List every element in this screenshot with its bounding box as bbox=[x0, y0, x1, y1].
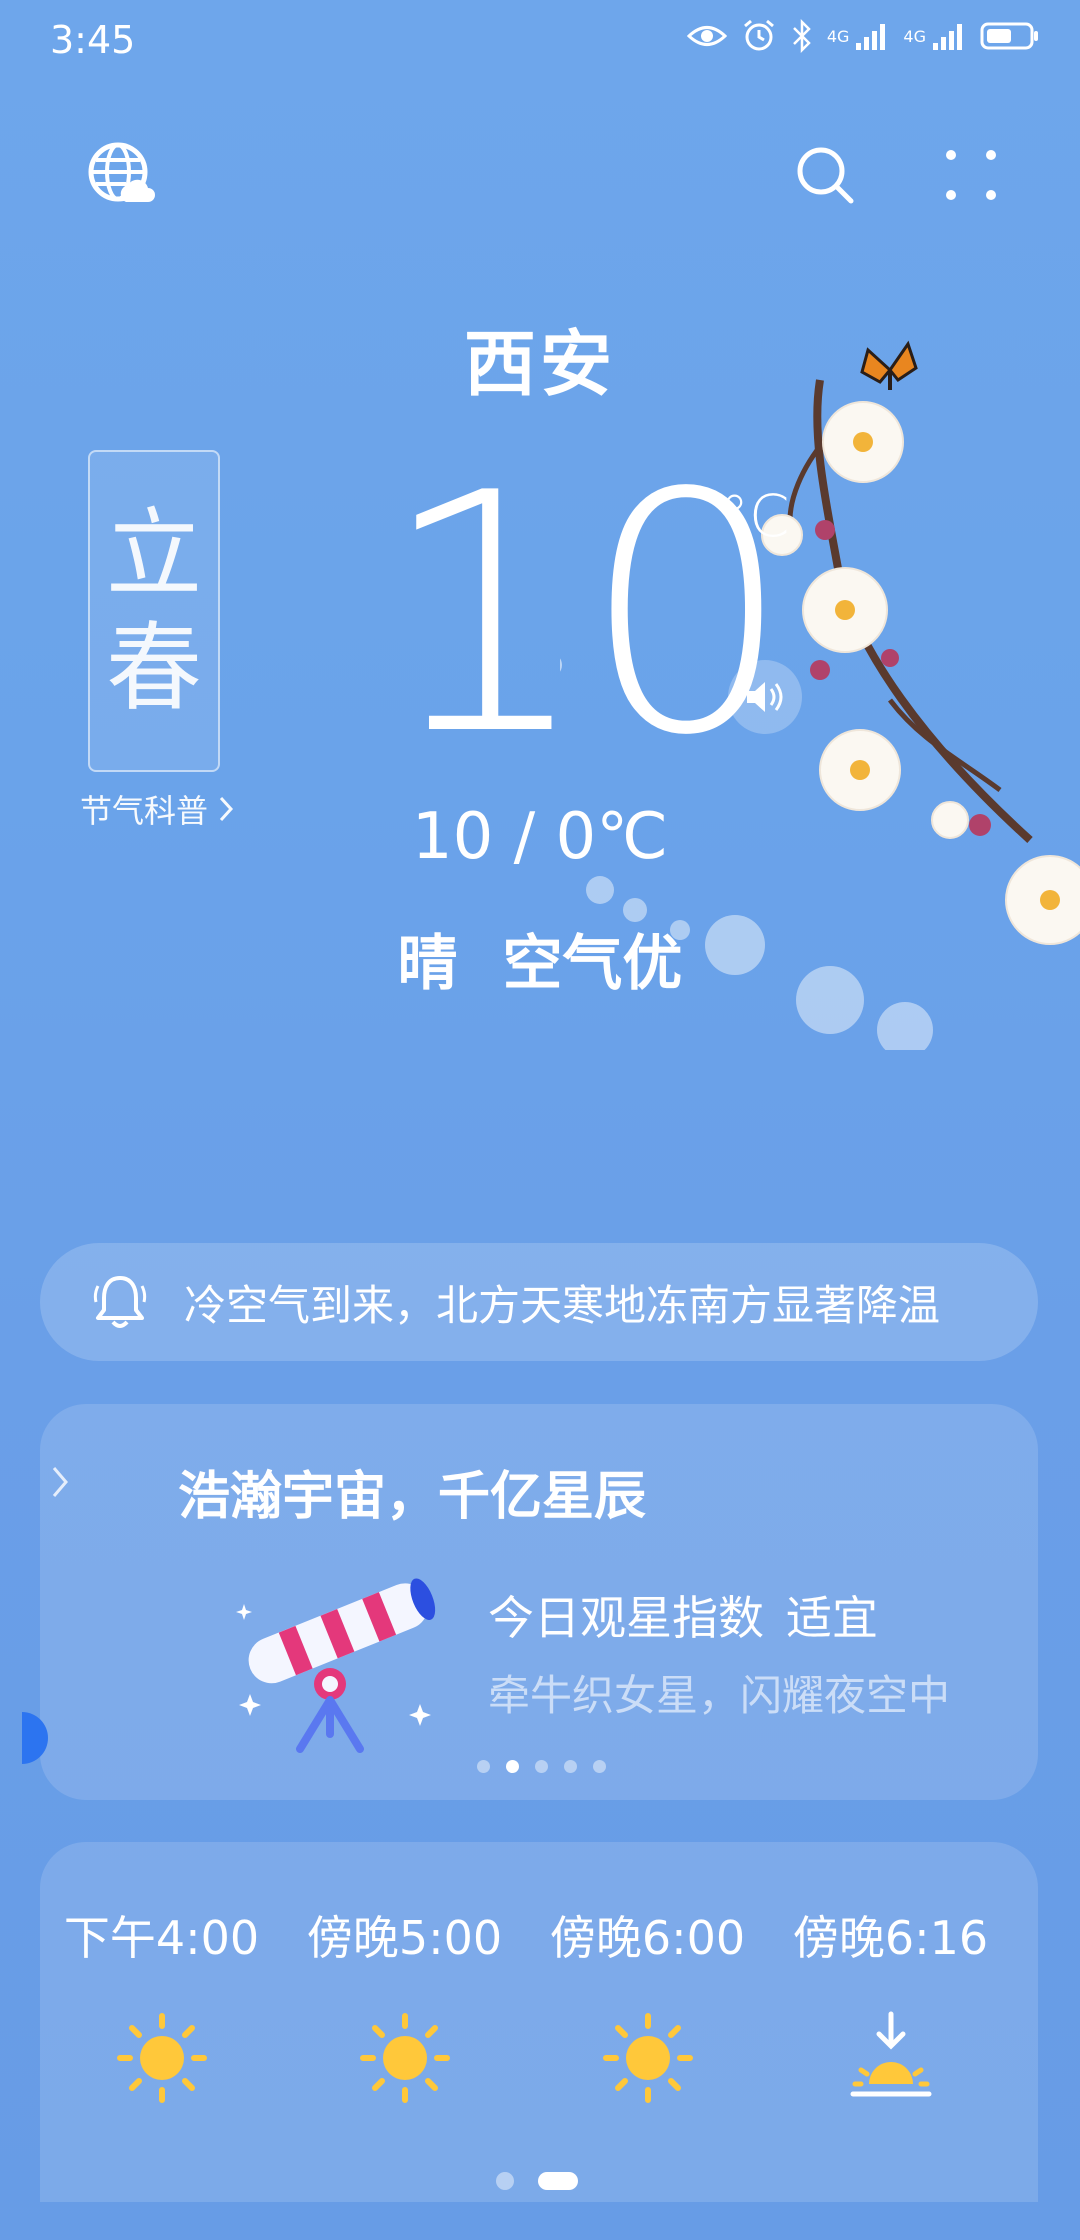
hourly-forecast-card[interactable]: 下午4:00 傍晚5:00 傍晚6:00 傍晚6:16 bbox=[40, 1842, 1038, 2202]
eye-icon bbox=[686, 26, 727, 46]
search-button[interactable] bbox=[780, 130, 870, 220]
solar-term-link-label: 节气科普 bbox=[80, 792, 209, 830]
solar-term-link[interactable]: 节气科普 bbox=[80, 786, 234, 832]
sun-icon bbox=[116, 2013, 207, 2103]
stargazing-title: 浩瀚宇宙，千亿星辰 bbox=[178, 1467, 647, 1527]
stargazing-subtitle: 牵牛织女星，闪耀夜空中 bbox=[488, 1671, 951, 1720]
world-cities-button[interactable] bbox=[76, 130, 166, 220]
page-indicator bbox=[496, 2172, 578, 2190]
carousel-indicator bbox=[477, 1760, 606, 1773]
hour-label: 傍晚5:00 bbox=[306, 1911, 503, 1965]
signal-icon bbox=[856, 24, 886, 50]
chevron-right-icon bbox=[219, 796, 234, 822]
hour-label: 下午4:00 bbox=[63, 1911, 260, 1965]
stargazing-index-label: 今日观星指数 bbox=[488, 1591, 764, 1645]
carousel-dot bbox=[593, 1760, 606, 1773]
carousel-dot bbox=[564, 1760, 577, 1773]
weather-condition: 晴 空气优 bbox=[0, 915, 1080, 1002]
page-dot[interactable] bbox=[496, 2172, 514, 2190]
telescope-icon bbox=[236, 1578, 436, 1753]
weather-alert-banner[interactable]: 冷空气到来，北方天寒地冻南方显著降温 bbox=[40, 1243, 1038, 1361]
chevron-right-icon bbox=[52, 1467, 68, 1497]
stargazing-card[interactable]: 浩瀚宇宙，千亿星辰 今日观星指数 适宜 牵牛织女星，闪耀夜空中 bbox=[40, 1404, 1038, 1800]
sunset-icon bbox=[850, 2011, 931, 2097]
carousel-dot bbox=[477, 1760, 490, 1773]
speaker-icon bbox=[747, 682, 783, 712]
network-type-1: 4G bbox=[826, 26, 850, 46]
hour-item: 傍晚6:00 bbox=[526, 1902, 769, 2108]
hour-item: 傍晚5:00 bbox=[283, 1902, 526, 2108]
stargazing-index-value: 适宜 bbox=[786, 1591, 878, 1645]
globe-cloud-icon bbox=[88, 142, 155, 202]
grid-dots-icon bbox=[946, 150, 996, 200]
menu-button[interactable] bbox=[926, 130, 1016, 220]
carousel-dot bbox=[535, 1760, 548, 1773]
bluetooth-icon bbox=[792, 19, 811, 53]
hour-item: 傍晚6:16 bbox=[769, 1902, 1012, 2108]
air-quality-text[interactable]: 空气优 bbox=[502, 929, 682, 999]
hour-item: 下午4:00 bbox=[40, 1902, 283, 2108]
sun-icon bbox=[602, 2013, 693, 2103]
carousel-dot-active bbox=[506, 1760, 519, 1773]
condition-text: 晴 bbox=[397, 929, 458, 999]
voice-broadcast-button[interactable] bbox=[728, 660, 802, 734]
hourly-list: 下午4:00 傍晚5:00 傍晚6:00 傍晚6:16 bbox=[40, 1902, 1038, 2108]
alarm-icon bbox=[743, 19, 774, 51]
solar-term-card[interactable]: 立 春 bbox=[88, 450, 220, 772]
status-icons: 4G 4G bbox=[686, 18, 1040, 54]
signal-icon-2 bbox=[933, 24, 962, 50]
city-name[interactable]: 西安 bbox=[0, 305, 1080, 410]
network-type-2: 4G bbox=[903, 26, 926, 46]
battery-icon bbox=[980, 22, 1038, 50]
sun-icon bbox=[359, 2013, 450, 2103]
temperature-unit: °C bbox=[720, 482, 790, 550]
status-time: 3:45 bbox=[50, 18, 136, 62]
stargazing-index: 今日观星指数 适宜 bbox=[488, 1582, 878, 1648]
solar-term-char-2: 春 bbox=[106, 612, 202, 724]
solar-term-char-1: 立 bbox=[106, 498, 202, 610]
page-dot-active[interactable] bbox=[538, 2172, 578, 2190]
search-icon bbox=[797, 147, 854, 204]
hour-label: 傍晚6:00 bbox=[549, 1911, 746, 1965]
alert-text: 冷空气到来，北方天寒地冻南方显著降温 bbox=[184, 1280, 941, 1330]
bell-icon bbox=[93, 1276, 147, 1328]
hour-label: 傍晚6:16 bbox=[792, 1911, 989, 1965]
status-bar: 3:45 4G 4G bbox=[0, 0, 1080, 80]
